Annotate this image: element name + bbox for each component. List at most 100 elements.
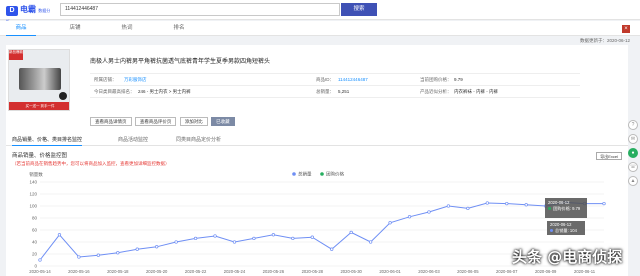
data-point <box>116 251 120 255</box>
brand-badge-icon <box>59 92 67 100</box>
top-bar: D电霸 数据分析 114412446487 搜索 <box>0 0 640 24</box>
add-compare-button[interactable]: 添加对比 <box>179 117 208 126</box>
total-sales-label: 总销量： <box>316 89 334 94</box>
logo[interactable]: D电霸 数据分析 <box>6 4 54 24</box>
x-tick-label: 2020-05-14 <box>29 269 51 274</box>
tab-keyword[interactable]: 热词 <box>112 21 142 36</box>
x-tick-label: 2020-05-22 <box>185 269 207 274</box>
y-tick-label: 80 <box>32 216 38 221</box>
product-id-label: 商品ID： <box>316 77 334 82</box>
x-tick-label: 2020-06-03 <box>418 269 440 274</box>
hot-badge: 新品爆款 <box>9 50 23 60</box>
shop-label: 所属店铺： <box>94 77 117 82</box>
tab-activity-monitor[interactable]: 商品活动监控 <box>118 136 148 146</box>
y-tick-label: 60 <box>32 228 38 233</box>
tab-ranking[interactable]: 排名 <box>164 21 194 36</box>
phone-icon[interactable]: ☏ <box>628 162 638 172</box>
tooltip-sales: 2020-06-12 总销量: 104 <box>547 221 585 235</box>
x-tick-label: 2020-06-09 <box>535 269 557 274</box>
legend-label: 总销量 <box>298 171 312 178</box>
help-icon[interactable]: ? <box>628 120 638 130</box>
main-nav: 商品 店铺 热词 排名 × <box>0 21 640 36</box>
shorts-picture <box>19 68 61 90</box>
data-point <box>252 236 256 241</box>
favorited-button[interactable]: 已收藏 <box>211 117 235 126</box>
logo-mark: D <box>6 6 18 16</box>
logo-text: 电霸 <box>20 5 36 14</box>
tab-sales-monitor[interactable]: 商品销量、价格、类目排名监控 <box>12 136 83 146</box>
back-to-top-icon[interactable]: ▲ <box>628 176 638 186</box>
view-reviews-button[interactable]: 查看商品评价页 <box>134 117 177 126</box>
tooltip-sales-value: 104 <box>569 228 577 233</box>
x-tick-label: 2020-06-07 <box>496 269 518 274</box>
section-title: 商品销量、价格监控图 <box>12 153 68 159</box>
product-id-link[interactable]: 114412446487 <box>338 74 368 86</box>
message-icon[interactable]: ✉ <box>628 134 638 144</box>
data-point <box>155 245 159 249</box>
x-tick-label: 2020-05-20 <box>146 269 168 274</box>
data-point <box>213 234 217 238</box>
data-point <box>368 240 373 244</box>
y-tick-label: 40 <box>32 240 38 245</box>
data-point <box>38 258 42 262</box>
search-input[interactable]: 114412446487 <box>60 3 340 16</box>
rank-label: 今日类目最高排名： <box>94 89 135 94</box>
x-tick-label: 2020-05-26 <box>263 269 285 274</box>
data-point <box>310 235 314 239</box>
tooltip-sales-label: 总销量 <box>555 228 568 233</box>
data-point <box>174 240 178 244</box>
y-tick-label: 120 <box>29 192 37 197</box>
y-tick-label: 140 <box>29 180 37 185</box>
tooltip-sales-row: 总销量: 104 <box>550 228 582 234</box>
export-excel-button[interactable]: 导出Excel <box>596 152 622 160</box>
tooltip-price-row: 团购价格: 9.79 <box>548 206 584 212</box>
data-point <box>232 240 237 244</box>
right-sidebar: ? ✉ ● ☏ ▲ <box>628 120 640 190</box>
info-row: 今日类目最高排名： 246 - 男士内衣 > 男士内裤 总销量： 5,251 产… <box>90 86 580 98</box>
tab-pricing-analysis[interactable]: 同类目商品定价分析 <box>176 136 221 146</box>
search-button[interactable]: 搜索 <box>341 3 377 16</box>
data-point <box>77 255 81 259</box>
data-point <box>388 221 392 225</box>
x-tick-label: 2020-05-30 <box>340 269 362 274</box>
tab-shop[interactable]: 店铺 <box>60 21 90 36</box>
tab-product[interactable]: 商品 <box>6 21 36 36</box>
wechat-icon[interactable]: ● <box>628 148 638 158</box>
x-tick-label: 2020-06-11 <box>574 269 596 274</box>
category-value: 内衣裤袜 - 内裤 - 内裤 <box>454 89 498 94</box>
x-tick-label: 2020-06-01 <box>379 269 401 274</box>
data-point <box>135 247 139 251</box>
product-title: 南极人男士内裤男平角裤抗菌透气底裤青年学生夏季男款四角短裤头 <box>90 59 271 65</box>
tooltip-price-value: 9.79 <box>572 206 581 211</box>
data-point <box>407 215 412 219</box>
total-sales-value: 5,251 <box>338 89 350 94</box>
data-point <box>602 201 606 206</box>
legend-marker <box>292 172 296 176</box>
main-panel: 新品爆款 买一送一 到手一件 南极人男士内裤男平角裤抗菌透气底裤青年学生夏季男款… <box>6 45 628 276</box>
product-image[interactable]: 新品爆款 买一送一 到手一件 <box>8 49 70 111</box>
sales-dot-icon <box>550 229 553 233</box>
x-tick-label: 2020-05-16 <box>68 269 90 274</box>
x-tick-label: 2020-05-24 <box>224 269 246 274</box>
tooltip-price: 2020-06-12 团购价格: 9.79 <box>545 198 587 218</box>
shop-link[interactable]: 万彩服饰店 <box>124 74 147 86</box>
x-tick-label: 2020-06-05 <box>457 269 479 274</box>
update-time: 数据更新于：2020-06-12 <box>579 38 630 43</box>
data-point <box>505 201 509 206</box>
data-point <box>427 210 431 214</box>
view-detail-button[interactable]: 查看商品详情页 <box>90 117 132 126</box>
watermark: 头条 @电商侦探 <box>512 248 623 266</box>
data-point <box>271 233 276 237</box>
price-value: 9.79 <box>454 77 463 82</box>
section-note: （若当前商品在销售趋势中，您可以将商品加入监控，查看更加详细监控数据） <box>12 161 170 166</box>
action-bar: 查看商品详情页 查看商品评价页 添加对比 已收藏 <box>90 117 237 126</box>
product-info-table: 所属店铺： 万彩服饰店 商品ID： 114412446487 当前团购价格： 9… <box>90 73 580 98</box>
data-point <box>291 236 295 241</box>
x-tick-label: 2020-05-28 <box>302 269 324 274</box>
close-icon[interactable]: × <box>622 25 630 33</box>
data-point <box>446 204 451 208</box>
data-point <box>466 206 470 211</box>
data-point <box>524 203 528 207</box>
rank-value: 246 - 男士内衣 > 男士内裤 <box>138 89 191 94</box>
price-label: 当前团购价格： <box>420 77 452 82</box>
